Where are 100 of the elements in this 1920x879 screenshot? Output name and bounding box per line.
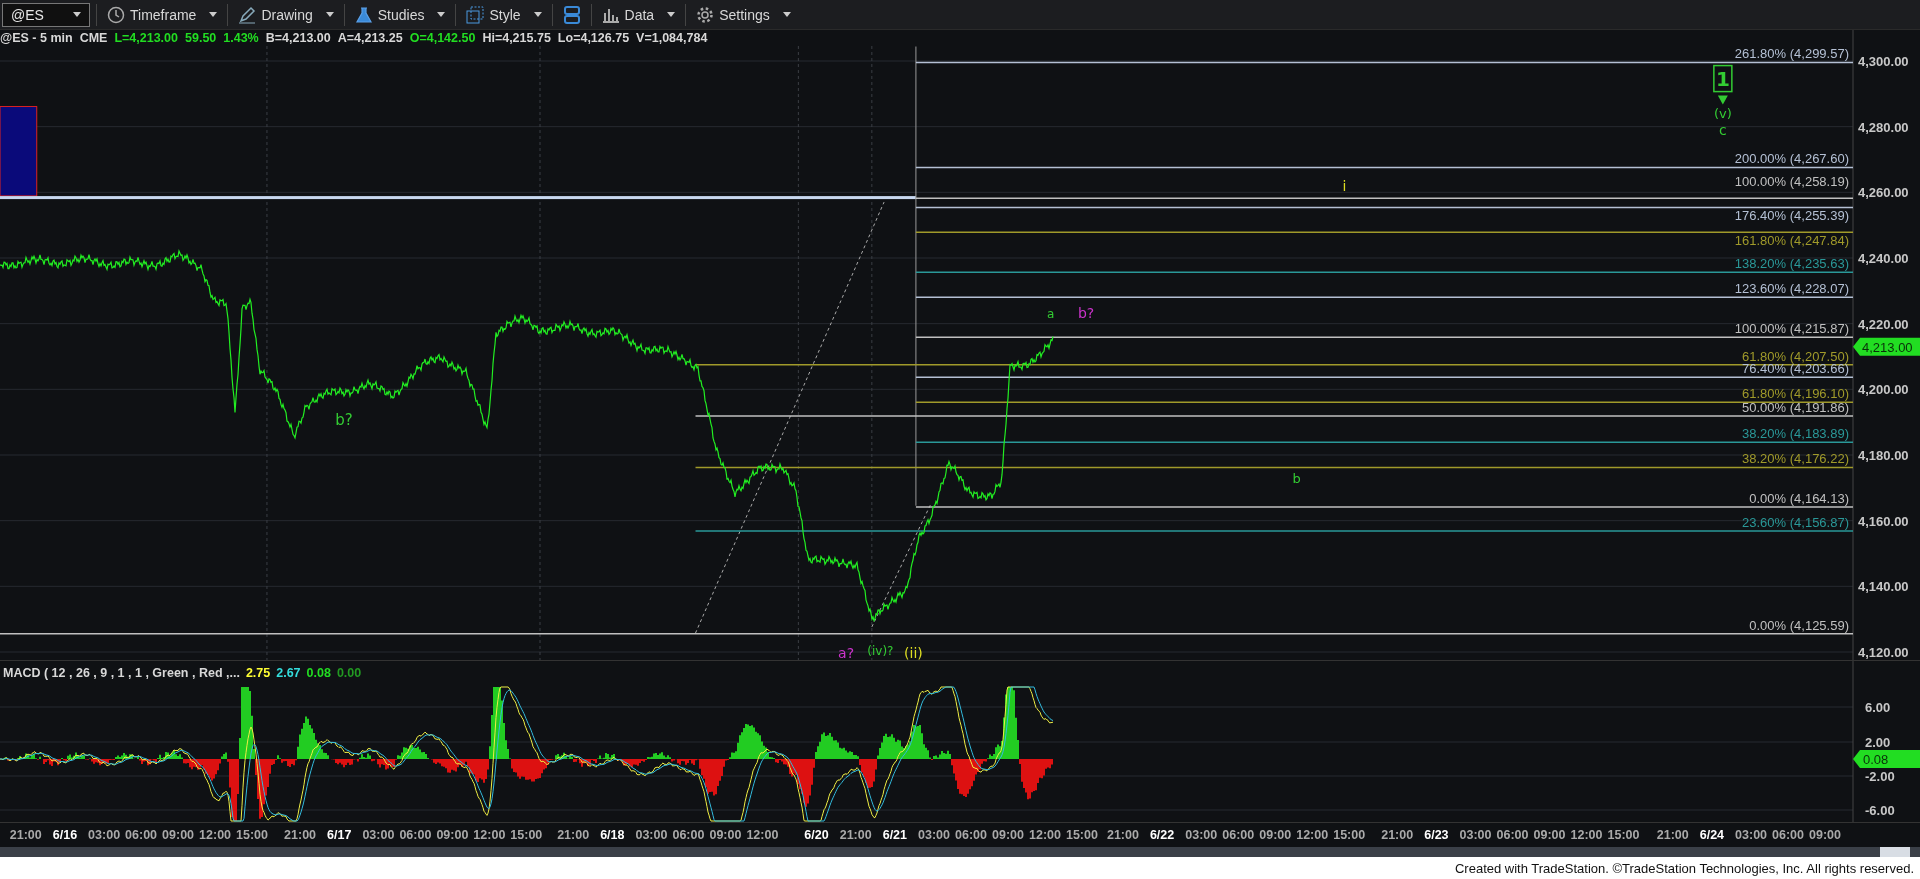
fibonacci-label: 61.80% (4,196.10) — [1742, 386, 1849, 402]
indicator-name: MACD ( 12 , 26 , 9 , 1 , 1 , Green , Red ,... — [0, 665, 243, 681]
caret-icon — [325, 12, 334, 17]
bar-chart-icon — [601, 6, 620, 23]
time-axis-label: 03:00 — [1185, 828, 1218, 842]
time-axis-label: 09:00 — [162, 828, 195, 842]
quote-value: 59.50 — [185, 31, 217, 45]
time-axis-label: 12:00 — [746, 828, 779, 842]
fibonacci-label: 61.80% (4,207.50) — [1742, 348, 1849, 364]
quote-value: Hi=4,215.75 — [482, 31, 551, 45]
wave-label: b? — [1077, 305, 1095, 322]
caret-icon — [209, 12, 218, 17]
fibonacci-label: 38.20% (4,176.22) — [1742, 451, 1849, 467]
fibonacci-label: 100.00% (4,258.19) — [1734, 174, 1849, 190]
toolbar-menu-button[interactable]: Settings — [692, 5, 795, 24]
time-axis-label: 06:00 — [1496, 828, 1529, 842]
down-arrow-icon — [1717, 95, 1728, 105]
time-axis-label: 03:00 — [362, 828, 395, 842]
price-axis-label: 4,240.00 — [1858, 251, 1909, 266]
wave-label: b? — [335, 411, 353, 429]
boxed-wave-label: 1 — [1713, 64, 1733, 93]
fibonacci-label: 123.60% (4,228.07) — [1734, 281, 1849, 297]
time-axis-label: 12:00 — [1029, 828, 1061, 842]
toolbar-menu-button[interactable]: Studies — [350, 5, 450, 24]
last-price-tag: 4,213.00 — [1853, 337, 1920, 356]
time-axis-label: 21:00 — [1381, 828, 1414, 842]
macd-value-tag: 0.08 — [1853, 750, 1920, 768]
time-axis-label: 09:00 — [1533, 828, 1566, 842]
settings-icon — [696, 5, 715, 24]
layout-icon — [562, 4, 581, 25]
time-axis-label: 21:00 — [1106, 828, 1139, 842]
price-axis-label: 4,200.00 — [1858, 382, 1909, 398]
style-icon — [466, 5, 485, 24]
time-axis-label: 09:00 — [992, 828, 1024, 842]
quote-value: 1.43% — [223, 31, 259, 45]
time-axis-label: 6/18 — [600, 828, 625, 842]
time-axis-label: 09:00 — [1809, 828, 1841, 842]
time-axis-label: 03:00 — [1459, 828, 1492, 842]
time-axis-label: 21:00 — [839, 828, 872, 842]
symbol-dropdown[interactable]: @ES — [2, 2, 90, 27]
toolbar-menu-button[interactable]: Data — [597, 6, 680, 23]
time-axis-label: 6/23 — [1424, 828, 1449, 842]
fibonacci-label: 161.80% (4,247.84) — [1734, 233, 1849, 249]
toolbar-menu-button[interactable]: Drawing — [234, 5, 338, 24]
fibonacci-label: 261.80% (4,299.57) — [1734, 46, 1849, 62]
pencil-icon — [238, 5, 257, 24]
time-axis-label: 21:00 — [284, 828, 317, 842]
fibonacci-label: 38.20% (4,183.89) — [1742, 426, 1849, 442]
quote-value: CME — [79, 31, 108, 45]
wave-label: a? — [838, 644, 855, 660]
price-axis-label: 4,140.00 — [1858, 579, 1909, 595]
time-axis-label: 06:00 — [399, 828, 432, 842]
time-axis-label: 12:00 — [1296, 828, 1329, 842]
caret-icon — [533, 12, 542, 17]
wave-label: (ii) — [904, 644, 923, 660]
flask-icon — [354, 5, 373, 24]
time-axis-label: 21:00 — [1656, 828, 1689, 842]
copyright-text: Created with TradeStation. ©TradeStation Technologies, Inc. All rights reserved. — [1454, 860, 1914, 876]
quote-value: A=4,213.25 — [337, 31, 403, 45]
fibonacci-label: 50.00% (4,191.86) — [1742, 400, 1849, 416]
toolbar-menu-button[interactable]: Style — [462, 5, 546, 24]
time-axis-label: 6/16 — [52, 828, 78, 842]
time-axis-label: 12:00 — [473, 828, 506, 842]
time-axis-label: 03:00 — [918, 828, 950, 842]
fibonacci-label: 200.00% (4,267.60) — [1734, 151, 1849, 167]
time-axis-label: 6/17 — [327, 828, 352, 842]
quote-value: @ES - 5 min — [0, 31, 73, 45]
time-axis-label: 6/20 — [804, 828, 829, 842]
wave-label: (iv)? — [867, 644, 894, 659]
quote-value: V=1,084,784 — [636, 31, 708, 45]
price-axis-label: 4,220.00 — [1858, 316, 1909, 332]
time-axis-label: 06:00 — [1772, 828, 1805, 842]
macd-axis-label: -2.00 — [1865, 769, 1895, 784]
time-axis-label: 06:00 — [1222, 828, 1255, 842]
fibonacci-label: 0.00% (4,164.13) — [1749, 491, 1849, 507]
wave-label: b — [1292, 470, 1301, 486]
price-axis-label: 4,280.00 — [1858, 119, 1909, 135]
price-axis-label: 4,120.00 — [1858, 645, 1909, 660]
time-axis-label: 21:00 — [557, 828, 590, 842]
caret-icon — [667, 12, 676, 17]
quote-value: Lo=4,126.75 — [557, 31, 630, 45]
time-axis-label: 06:00 — [125, 828, 158, 842]
time-axis-label: 09:00 — [1259, 828, 1292, 842]
caret-icon — [437, 12, 446, 17]
fibonacci-label: 176.40% (4,255.39) — [1734, 208, 1849, 224]
quote-value: O=4,142.50 — [409, 31, 476, 45]
time-axis-label: 03:00 — [88, 828, 121, 842]
clock-icon — [107, 5, 125, 24]
toolbar-menu-button[interactable]: Timeframe — [103, 5, 222, 24]
time-axis-label: 6/24 — [1699, 828, 1725, 842]
scrollbar[interactable] — [0, 847, 1920, 857]
time-axis-label: 12:00 — [199, 828, 232, 842]
wave-label: i — [1342, 178, 1347, 195]
time-axis-label: 6/21 — [882, 828, 908, 842]
quote-value: L=4,213.00 — [114, 31, 178, 45]
scrollbar-thumb[interactable] — [1880, 847, 1910, 857]
macd-axis-label: 2.00 — [1865, 735, 1891, 750]
price-axis-label: 4,300.00 — [1858, 54, 1909, 69]
time-axis-label: 09:00 — [709, 828, 742, 842]
time-axis-label: 15:00 — [1607, 828, 1640, 842]
